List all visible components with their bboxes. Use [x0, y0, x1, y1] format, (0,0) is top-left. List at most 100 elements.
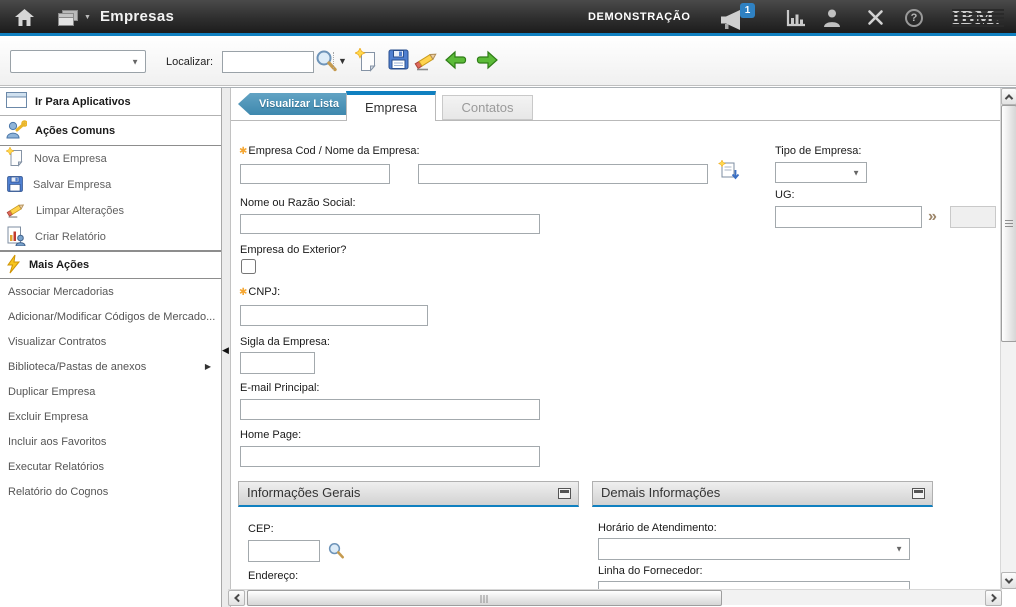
horizontal-scrollbar-thumb[interactable]: [247, 590, 722, 606]
empresa-cod-input[interactable]: [240, 164, 390, 184]
save-icon[interactable]: [387, 48, 410, 76]
toolbar-separator: [333, 52, 334, 70]
sidebar-header-mais-acoes[interactable]: Mais Ações: [0, 250, 221, 279]
sigla-label: Sigla da Empresa:: [240, 336, 330, 348]
create-report-icon: [6, 226, 26, 249]
collapse-sidebar-icon[interactable]: ◀: [222, 346, 229, 355]
empresa-cod-label: ✱Empresa Cod / Nome da Empresa:: [239, 145, 420, 157]
sidebar-item-biblioteca-pastas-anexos[interactable]: Biblioteca/Pastas de anexos ▶: [0, 354, 221, 379]
empresa-nome-input[interactable]: [418, 164, 708, 184]
collapse-section-icon[interactable]: [558, 488, 571, 499]
scroll-left-button[interactable]: [228, 590, 245, 606]
search-options-caret-icon[interactable]: ▼: [338, 56, 347, 66]
required-icon: ✱: [239, 146, 247, 157]
tipo-empresa-label: Tipo de Empresa:: [775, 145, 861, 157]
tab-empresa[interactable]: Empresa: [346, 91, 436, 121]
scroll-down-button[interactable]: [1001, 572, 1016, 589]
email-label: E-mail Principal:: [240, 382, 319, 394]
sidebar-item-adicionar-modificar-codigos[interactable]: Adicionar/Modificar Códigos de Mercado..…: [0, 304, 221, 329]
cnpj-input[interactable]: [240, 305, 428, 326]
nome-razao-input[interactable]: [240, 214, 540, 234]
horario-caret-icon: ▼: [895, 545, 903, 554]
sidebar-item-criar-relatorio[interactable]: Criar Relatório: [0, 224, 221, 250]
common-actions-icon: [6, 120, 27, 142]
sidebar-item-incluir-aos-favoritos[interactable]: Incluir aos Favoritos: [0, 429, 221, 454]
new-record-icon[interactable]: [355, 48, 379, 79]
horizontal-scrollbar[interactable]: [228, 589, 1002, 605]
environment-label: DEMONSTRAÇÃO: [588, 11, 691, 23]
chevron-left-icon: [234, 594, 242, 602]
sidebar-item-relatorio-do-cognos[interactable]: Relatório do Cognos: [0, 479, 221, 504]
sidebar-item-limpar-alteracoes[interactable]: Limpar Alterações: [0, 198, 221, 224]
scroll-right-button[interactable]: [985, 590, 1002, 606]
sidebar-item-salvar-empresa[interactable]: Salvar Empresa: [0, 172, 221, 198]
select-empresa-icon[interactable]: [718, 160, 740, 187]
homepage-input[interactable]: [240, 446, 540, 467]
endereco-label: Endereço:: [248, 570, 298, 582]
context-select-caret-icon: ▼: [131, 57, 139, 66]
sidebar-item-visualizar-contratos[interactable]: Visualizar Contratos: [0, 329, 221, 354]
ug-lookup-icon[interactable]: »: [928, 206, 937, 228]
user-icon[interactable]: [822, 8, 842, 33]
close-icon[interactable]: [866, 8, 885, 32]
horario-label: Horário de Atendimento:: [598, 522, 717, 534]
app-switcher-icon[interactable]: [58, 10, 79, 32]
chevron-right-icon: [988, 594, 996, 602]
exterior-checkbox[interactable]: [241, 259, 256, 274]
scrollbar-grip: [1005, 220, 1013, 228]
app-switcher-caret-icon[interactable]: ▼: [84, 14, 91, 21]
lightning-icon: [6, 254, 21, 277]
sidebar: Ir Para Aplicativos Ações Comuns: [0, 88, 222, 607]
next-record-icon[interactable]: [474, 48, 499, 77]
sidebar-splitter[interactable]: ◀: [222, 88, 231, 607]
home-icon[interactable]: [14, 8, 35, 32]
sidebar-item-excluir-empresa[interactable]: Excluir Empresa: [0, 404, 221, 429]
cep-search-icon[interactable]: [327, 541, 345, 565]
collapse-section-icon[interactable]: [912, 488, 925, 499]
tipo-empresa-select[interactable]: ▼: [775, 162, 867, 183]
previous-record-icon[interactable]: [444, 48, 469, 77]
tab-contatos[interactable]: Contatos: [442, 95, 533, 120]
section-informacoes-gerais: Informações Gerais: [238, 481, 579, 507]
notification-badge: 1: [740, 3, 755, 18]
ug-input[interactable]: [775, 206, 922, 228]
new-document-icon: [6, 147, 25, 171]
visualizar-lista-button[interactable]: Visualizar Lista: [238, 93, 350, 115]
sigla-input[interactable]: [240, 352, 315, 374]
sidebar-item-associar-mercadorias[interactable]: Associar Mercadorias: [0, 279, 221, 304]
help-icon[interactable]: ?: [905, 9, 923, 27]
context-select[interactable]: ▼: [10, 50, 146, 73]
email-input[interactable]: [240, 399, 540, 420]
cep-label: CEP:: [248, 523, 274, 535]
toolbar: ▼ Localizar: ▼: [0, 36, 1016, 86]
window-icon: [6, 92, 27, 111]
linha-fornecedor-input[interactable]: [598, 581, 910, 589]
top-bar: ▼ Empresas DEMONSTRAÇÃO 1: [0, 0, 1016, 36]
vertical-scrollbar-thumb[interactable]: [1001, 105, 1016, 342]
scrollbar-grip: [480, 595, 489, 603]
ug-label: UG:: [775, 189, 795, 201]
cnpj-label: ✱CNPJ:: [239, 286, 280, 298]
ug-result-field: [950, 206, 996, 228]
cep-input[interactable]: [248, 540, 320, 562]
horario-select[interactable]: ▼: [598, 538, 910, 560]
app-window: ▼ Empresas DEMONSTRAÇÃO 1: [0, 0, 1016, 607]
required-icon: ✱: [239, 287, 247, 298]
nome-razao-label: Nome ou Razão Social:: [240, 197, 356, 209]
page-title: Empresas: [100, 8, 174, 25]
save-icon: [6, 175, 24, 196]
tipo-empresa-caret-icon: ▼: [852, 168, 860, 177]
sidebar-item-ir-para-aplicativos[interactable]: Ir Para Aplicativos: [0, 88, 221, 116]
search-icon[interactable]: [314, 48, 338, 78]
sidebar-header-acoes-comuns[interactable]: Ações Comuns: [0, 116, 221, 146]
sidebar-item-executar-relatorios[interactable]: Executar Relatórios: [0, 454, 221, 479]
reports-chart-icon[interactable]: [785, 8, 807, 33]
clear-changes-icon[interactable]: [414, 48, 440, 77]
sidebar-item-nova-empresa[interactable]: Nova Empresa: [0, 146, 221, 172]
sidebar-item-duplicar-empresa[interactable]: Duplicar Empresa: [0, 379, 221, 404]
scroll-up-button[interactable]: [1001, 88, 1016, 105]
homepage-label: Home Page:: [240, 429, 301, 441]
chevron-down-icon: [1005, 575, 1013, 583]
localizar-input[interactable]: [222, 51, 314, 73]
vertical-scrollbar[interactable]: [1000, 88, 1016, 589]
